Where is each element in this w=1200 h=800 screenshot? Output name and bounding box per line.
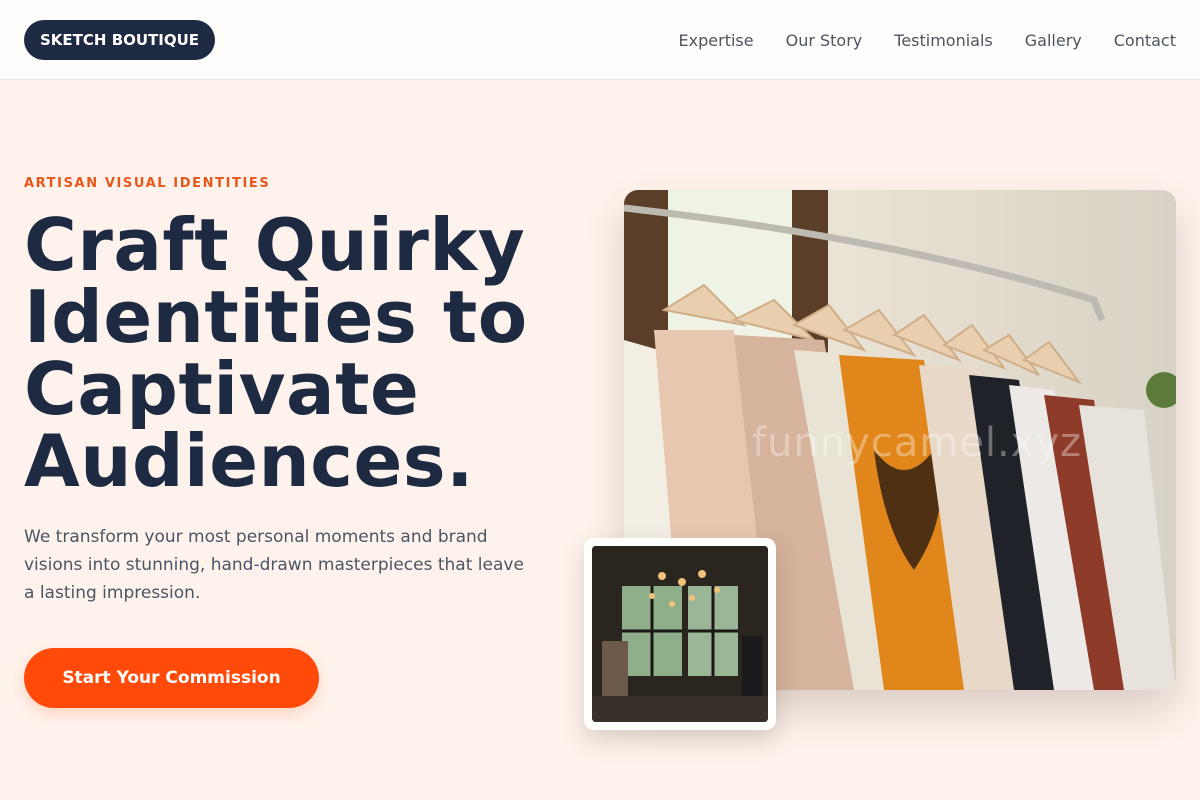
hero-eyebrow: ARTISAN VISUAL IDENTITIES [24,176,271,191]
nav-link-our-story[interactable]: Our Story [786,31,863,50]
brand-logo[interactable]: SKETCH BOUTIQUE [24,20,216,60]
top-navbar: SKETCH BOUTIQUE Expertise Our Story Test… [0,0,1200,80]
headline-line-4: Audiences. [24,419,475,503]
nav-link-testimonials[interactable]: Testimonials [894,31,993,50]
nav-link-expertise[interactable]: Expertise [679,31,754,50]
nav-link-gallery[interactable]: Gallery [1025,31,1082,50]
boutique-interior-image [592,546,768,722]
hero-headline: Craft Quirky Identities to Captivate Aud… [24,209,564,497]
primary-nav: Expertise Our Story Testimonials Gallery… [679,0,1176,80]
start-commission-button[interactable]: Start Your Commission [24,648,319,708]
boutique-interior-card [584,538,776,730]
boutique-interior-illustration [592,546,768,722]
nav-link-contact[interactable]: Contact [1114,31,1176,50]
hero-subtext: We transform your most personal moments … [24,527,524,603]
hero-text-block: ARTISAN VISUAL IDENTITIES Craft Quirky I… [24,176,564,607]
